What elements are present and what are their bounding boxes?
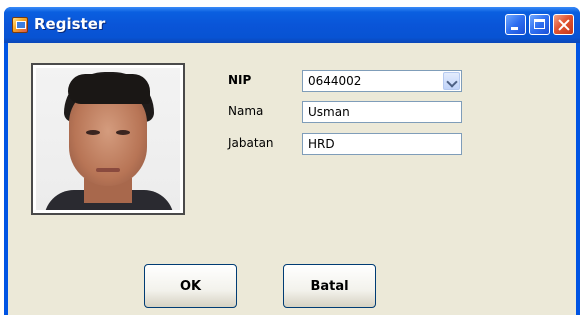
nama-field[interactable]: Usman (302, 101, 462, 123)
nama-label: Nama (228, 104, 264, 118)
nip-value: 0644002 (308, 74, 362, 88)
chevron-down-icon (446, 76, 458, 88)
form-area: NIP 0644002 Nama Usman Jabatan HRD OK Ba… (8, 43, 576, 315)
register-window: Register NIP 0644002 Nama Usman Jabatan … (4, 7, 580, 315)
minimize-icon[interactable] (505, 14, 526, 35)
employee-photo (36, 68, 180, 210)
register-app-icon[interactable] (12, 17, 28, 33)
maximize-icon[interactable] (529, 14, 550, 35)
dropdown-button[interactable] (443, 72, 460, 90)
nama-value: Usman (308, 105, 350, 119)
nip-dropdown[interactable]: 0644002 (302, 70, 462, 92)
jabatan-label: Jabatan (228, 136, 274, 150)
photo-frame (31, 63, 185, 215)
ok-button[interactable]: OK (144, 264, 237, 308)
window-title: Register (34, 15, 106, 33)
nip-label: NIP (228, 73, 252, 87)
close-icon[interactable] (553, 14, 574, 35)
title-bar[interactable]: Register (4, 7, 580, 43)
jabatan-value: HRD (308, 137, 335, 151)
cancel-button[interactable]: Batal (283, 264, 376, 308)
jabatan-field[interactable]: HRD (302, 133, 462, 155)
